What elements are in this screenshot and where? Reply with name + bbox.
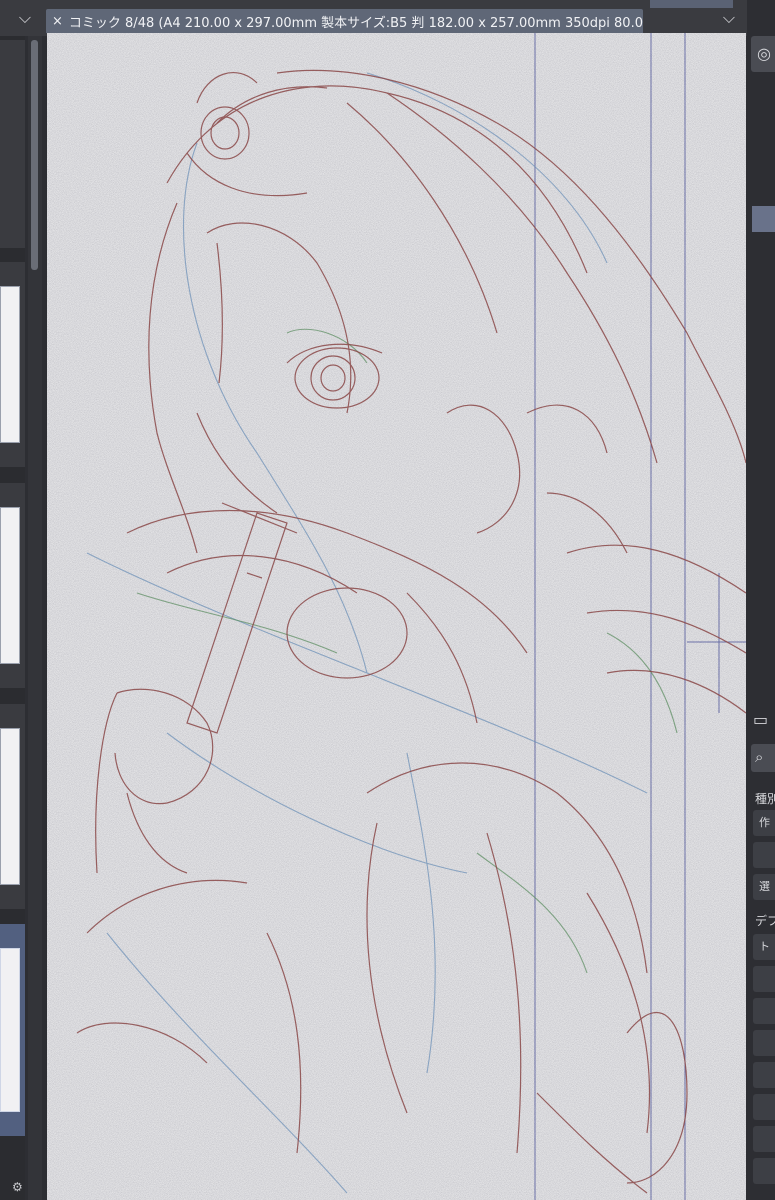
filter-chip[interactable] <box>753 1030 775 1056</box>
swirl-tool-button[interactable]: ◎ <box>751 36 775 72</box>
filter-chip[interactable] <box>753 842 775 868</box>
page-thumbnail[interactable] <box>0 40 25 248</box>
kind-label: 種別 <box>755 792 775 806</box>
filter-chip[interactable]: 作 <box>753 810 775 836</box>
document-tab[interactable]: × コミック 8/48 (A4 210.00 x 297.00mm 製本サイズ:… <box>46 9 643 33</box>
filter-chip[interactable] <box>753 1062 775 1088</box>
filter-chip[interactable] <box>753 998 775 1024</box>
page-thumbnail-selected[interactable] <box>0 924 25 1136</box>
swirl-icon: ◎ <box>757 44 771 63</box>
page-paper <box>0 507 20 664</box>
page-paper <box>0 728 20 885</box>
page-thumbnail[interactable] <box>0 262 25 467</box>
page-settings-icon[interactable]: ⚙ <box>12 1180 30 1194</box>
filter-chip[interactable] <box>753 966 775 992</box>
panel-menu-chevron-icon[interactable]: ⌵ <box>719 8 739 28</box>
filter-chip[interactable] <box>753 1158 775 1184</box>
filter-chip[interactable] <box>753 1126 775 1152</box>
sketch-artwork <box>47 33 746 1200</box>
page-thumbnail[interactable] <box>0 704 25 909</box>
selected-panel-item[interactable] <box>752 206 775 232</box>
search-button[interactable]: ⌕ <box>751 744 775 772</box>
page-paper <box>0 948 20 1112</box>
drawing-canvas[interactable] <box>47 33 746 1200</box>
default-label: デフ <box>755 914 775 928</box>
document-tab-title: コミック 8/48 (A4 210.00 x 297.00mm 製本サイズ:B5… <box>68 15 643 31</box>
canvas-grain <box>47 33 746 1200</box>
filter-chip[interactable]: ト <box>753 934 775 960</box>
scrollbar-thumb[interactable] <box>31 40 38 270</box>
filter-chip[interactable]: 選 <box>753 874 775 900</box>
page-thumbnail[interactable] <box>0 483 25 688</box>
filter-chip[interactable] <box>753 1094 775 1120</box>
folder-add-icon[interactable]: ▭ <box>753 710 768 729</box>
panel-tab-strip[interactable] <box>650 0 733 8</box>
chevron-down-icon[interactable]: ⌵ <box>15 8 35 28</box>
search-icon: ⌕ <box>755 748 764 766</box>
page-paper <box>0 286 20 443</box>
close-icon[interactable]: × <box>52 14 63 29</box>
